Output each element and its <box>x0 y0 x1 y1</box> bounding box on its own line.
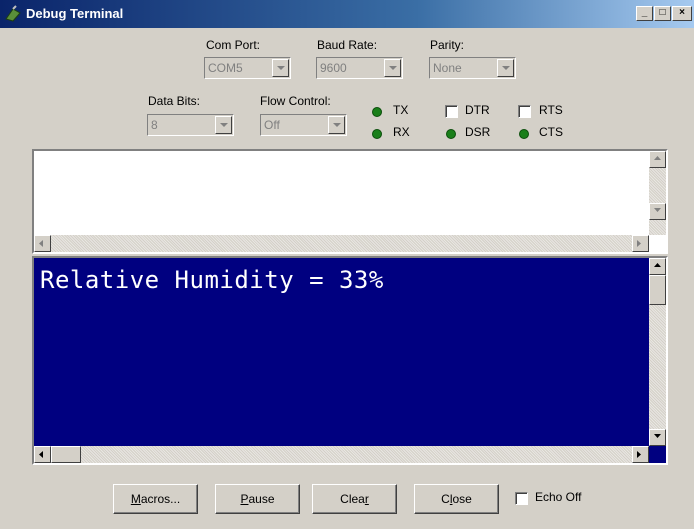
com-port-label: Com Port: <box>206 38 261 52</box>
transmit-pane[interactable] <box>32 149 668 254</box>
macros-button[interactable]: Macros... <box>113 484 198 514</box>
baud-rate-value: 9600 <box>320 61 347 75</box>
chevron-down-icon[interactable] <box>384 59 401 77</box>
rts-label: RTS <box>539 103 563 117</box>
chevron-down-icon[interactable] <box>215 116 232 134</box>
com-port-value: COM5 <box>208 61 243 75</box>
receive-pane[interactable]: Relative Humidity = 33% <box>32 256 668 465</box>
dsr-label: DSR <box>465 125 491 139</box>
baud-rate-select[interactable]: 9600 <box>316 57 403 79</box>
scrollbar-thumb[interactable] <box>649 275 666 305</box>
receive-horizontal-scrollbar[interactable] <box>34 446 649 463</box>
scroll-right-arrow-icon[interactable] <box>632 235 649 252</box>
scrollbar-thumb[interactable] <box>51 446 81 463</box>
parity-label: Parity: <box>430 38 465 52</box>
scroll-up-arrow-icon[interactable] <box>649 258 666 275</box>
data-bits-label: Data Bits: <box>148 94 201 108</box>
close-button[interactable]: Close <box>414 484 499 514</box>
tx-led-indicator <box>372 107 382 117</box>
scroll-left-arrow-icon[interactable] <box>34 235 51 252</box>
dtr-checkbox[interactable] <box>445 105 458 118</box>
parity-value: None <box>433 61 462 75</box>
transmit-horizontal-scrollbar[interactable] <box>34 235 649 252</box>
receive-vertical-scrollbar[interactable] <box>649 258 666 446</box>
echo-off-label: Echo Off <box>535 490 582 504</box>
baud-rate-label: Baud Rate: <box>317 38 378 52</box>
pause-button[interactable]: Pause <box>215 484 300 514</box>
debug-terminal-window: Debug Terminal _ □ × Com Port: COM5 Baud… <box>0 0 694 529</box>
parity-select[interactable]: None <box>429 57 516 79</box>
rx-led-indicator <box>372 129 382 139</box>
flow-control-label: Flow Control: <box>260 94 331 108</box>
scroll-left-arrow-icon[interactable] <box>34 446 51 463</box>
dtr-label: DTR <box>465 103 490 117</box>
com-port-select[interactable]: COM5 <box>204 57 291 79</box>
scroll-up-arrow-icon[interactable] <box>649 151 666 168</box>
chevron-down-icon[interactable] <box>497 59 514 77</box>
chevron-down-icon[interactable] <box>328 116 345 134</box>
rts-checkbox[interactable] <box>518 105 531 118</box>
tx-label: TX <box>393 103 409 117</box>
scroll-right-arrow-icon[interactable] <box>632 446 649 463</box>
data-bits-value: 8 <box>151 118 158 132</box>
rx-label: RX <box>393 125 410 139</box>
close-window-button[interactable]: × <box>672 6 692 21</box>
clear-button[interactable]: Clear <box>312 484 397 514</box>
window-title: Debug Terminal <box>26 6 124 21</box>
terminal-app-icon <box>4 5 22 23</box>
cts-led-indicator <box>519 129 529 139</box>
scroll-down-arrow-icon[interactable] <box>649 203 666 220</box>
data-bits-select[interactable]: 8 <box>147 114 234 136</box>
flow-control-value: Off <box>264 118 280 132</box>
scroll-down-arrow-icon[interactable] <box>649 429 666 446</box>
flow-control-select[interactable]: Off <box>260 114 347 136</box>
echo-off-checkbox[interactable] <box>515 492 528 505</box>
minimize-button[interactable]: _ <box>636 6 653 21</box>
cts-label: CTS <box>539 125 563 139</box>
receive-text: Relative Humidity = 33% <box>40 266 384 294</box>
dsr-led-indicator <box>446 129 456 139</box>
transmit-vertical-scrollbar[interactable] <box>649 151 666 235</box>
maximize-button[interactable]: □ <box>654 6 671 21</box>
chevron-down-icon[interactable] <box>272 59 289 77</box>
title-bar[interactable]: Debug Terminal _ □ × <box>0 0 694 28</box>
